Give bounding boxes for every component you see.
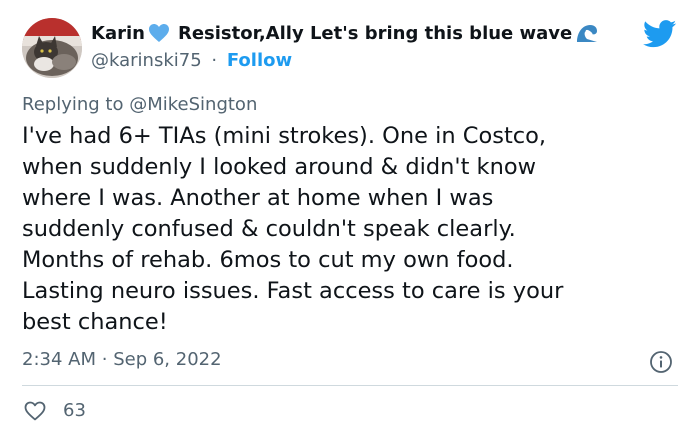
like-count: 63 bbox=[63, 400, 86, 421]
tweet-text-line: where I was. Another at home when I was bbox=[22, 185, 494, 211]
blue-heart-emoji-icon bbox=[148, 24, 169, 42]
heart-outline-icon bbox=[24, 401, 46, 420]
tweet-time: 2:34 AM bbox=[22, 349, 96, 370]
info-icon[interactable] bbox=[649, 350, 673, 374]
tweet-text-line: Lasting neuro issues. Fast access to car… bbox=[22, 278, 564, 304]
divider bbox=[22, 385, 678, 386]
author-handle[interactable]: @karinski75 bbox=[91, 50, 202, 71]
author-handle-line: @karinski75 · Follow bbox=[91, 50, 292, 71]
like-button[interactable]: 63 bbox=[24, 400, 86, 421]
tweet-date: Sep 6, 2022 bbox=[113, 349, 222, 370]
tweet-text: I've had 6+ TIAs (mini strokes). One in … bbox=[22, 121, 672, 338]
author-name-suffix[interactable]: Resistor,Ally Let's bring this blue wave bbox=[178, 23, 572, 44]
reply-prefix: Replying to bbox=[22, 94, 124, 115]
author-name-line[interactable]: Karin Resistor,Ally Let's bring this blu… bbox=[91, 22, 600, 44]
tweet-text-line: Months of rehab. 6mos to cut my own food… bbox=[22, 247, 514, 273]
handle-separator: · bbox=[211, 50, 218, 71]
author-name[interactable]: Karin bbox=[91, 23, 145, 44]
timestamp-separator: · bbox=[101, 349, 108, 370]
twitter-bird-icon[interactable] bbox=[643, 20, 677, 48]
reply-mention-link[interactable]: @MikeSington bbox=[129, 94, 257, 115]
reply-context: Replying to @MikeSington bbox=[22, 94, 257, 115]
tweet-text-line: when suddenly I looked around & didn't k… bbox=[22, 154, 537, 180]
avatar-cat-photo bbox=[22, 18, 82, 78]
tweet-timestamp[interactable]: 2:34 AM · Sep 6, 2022 bbox=[22, 349, 222, 370]
tweet-text-line: best chance! bbox=[22, 309, 168, 335]
tweet-text-line: I've had 6+ TIAs (mini strokes). One in … bbox=[22, 123, 547, 149]
tweet-card: Karin Resistor,Ally Let's bring this blu… bbox=[0, 0, 700, 441]
avatar[interactable] bbox=[22, 18, 82, 78]
follow-button[interactable]: Follow bbox=[227, 50, 292, 71]
tweet-text-line: suddenly confused & couldn't speak clear… bbox=[22, 216, 516, 242]
water-wave-emoji-icon bbox=[575, 22, 600, 44]
